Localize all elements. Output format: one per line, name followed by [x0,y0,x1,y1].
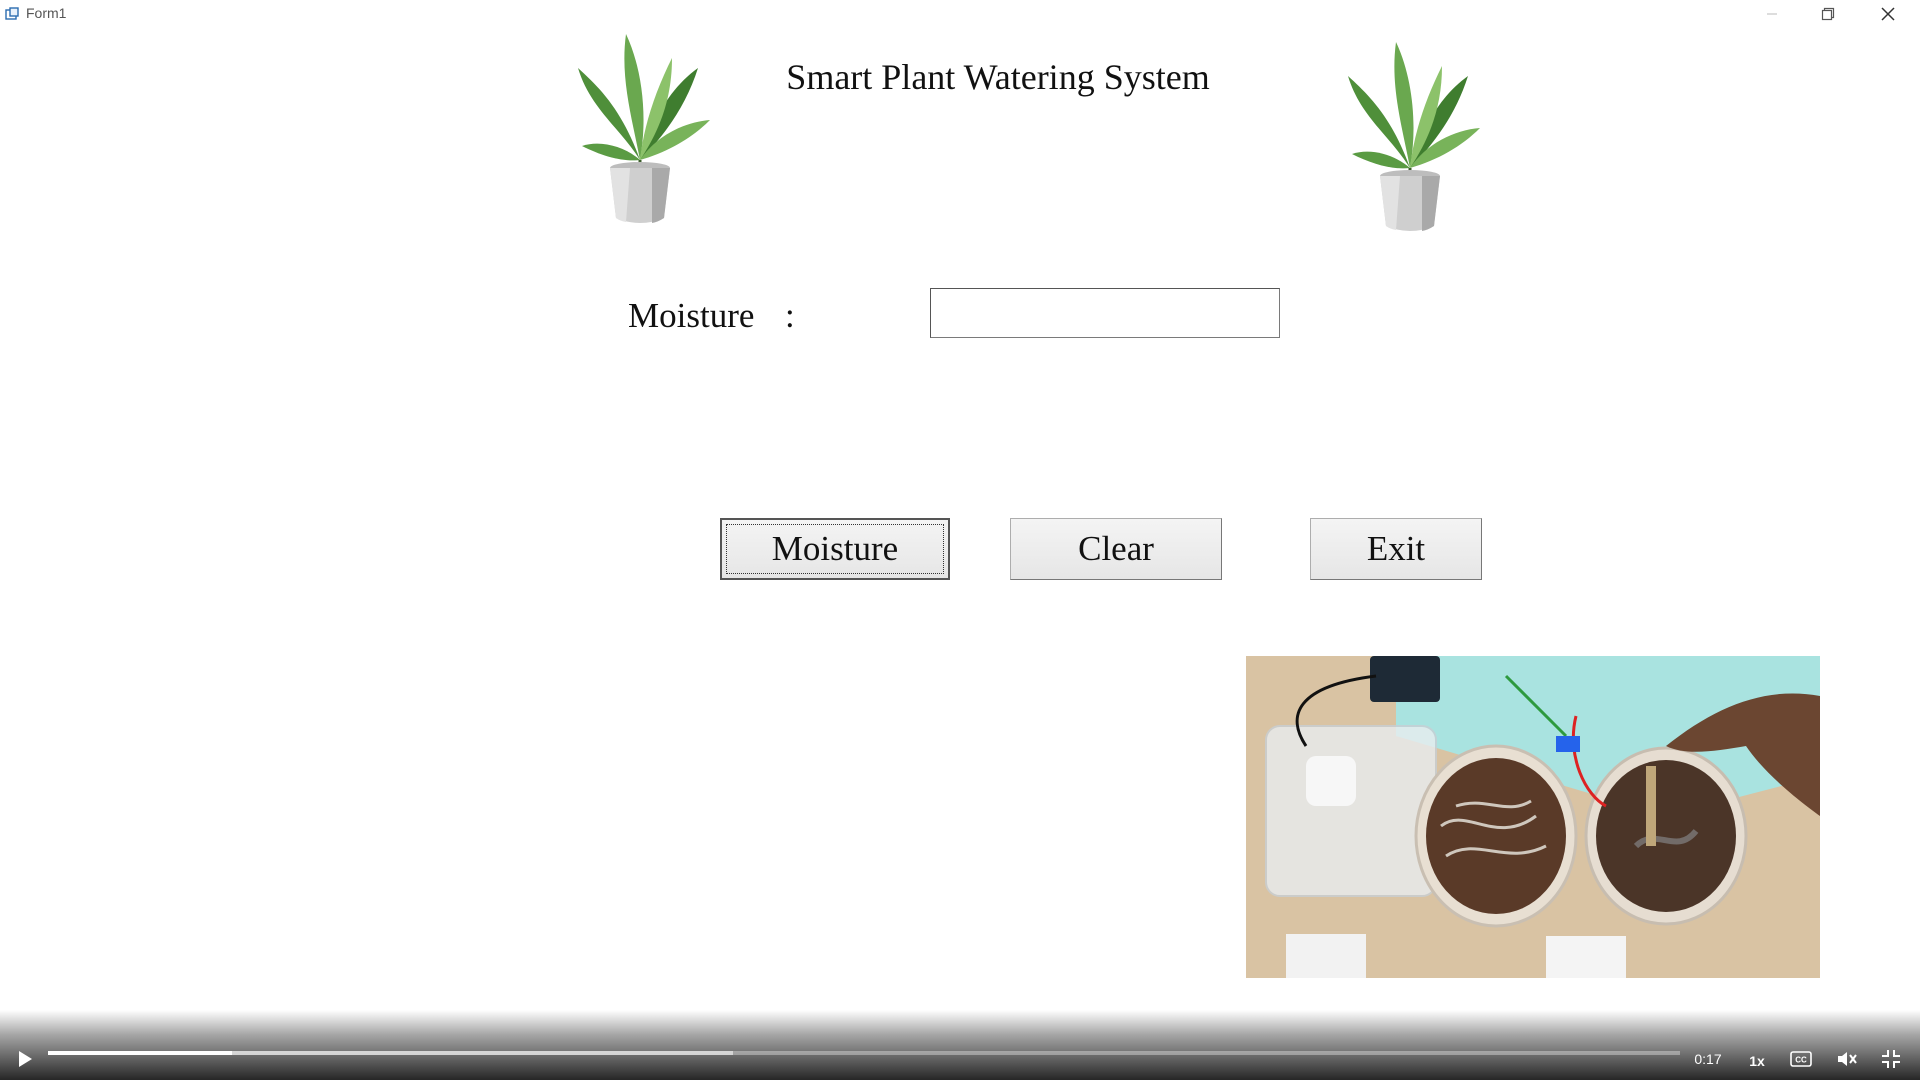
video-frame [1246,656,1820,978]
close-button[interactable] [1860,0,1916,28]
muted-speaker-icon [1836,1049,1858,1074]
plant-leaves [1348,42,1480,176]
closed-captions-icon: CC [1790,1050,1812,1072]
moisture-value-field[interactable] [930,288,1280,338]
play-icon [16,1050,34,1073]
restore-icon [1821,7,1835,21]
close-icon [1881,7,1895,21]
svg-text:CC: CC [1795,1055,1807,1064]
page-title: Smart Plant Watering System [786,57,1210,97]
video-control-bar: 0:17 1x CC [0,1010,1920,1080]
plant-image-right [1330,36,1490,251]
exit-fullscreen-icon [1881,1049,1901,1074]
app-screen: Form1 Smart Plant Watering System Moistu… [0,0,1920,1080]
clear-button[interactable]: Clear [1010,518,1222,580]
plant-image-left [560,28,720,243]
form-app-icon [4,6,20,22]
minimize-button[interactable] [1744,0,1800,28]
playback-speed-button[interactable]: 1x [1742,1048,1772,1074]
current-time: 0:17 [1694,1051,1722,1067]
captions-button[interactable]: CC [1786,1048,1816,1074]
moisture-label: Moisture [628,296,755,335]
seek-bar-progress [48,1051,233,1055]
plant-pot [610,162,670,223]
window-title-bar: Form1 [0,0,1920,28]
moisture-button[interactable]: Moisture [720,518,950,580]
plant-leaves [578,34,710,168]
seek-bar[interactable] [48,1051,1680,1055]
play-button[interactable] [10,1046,40,1076]
minimize-icon [1766,8,1778,20]
window-title: Form1 [26,5,67,21]
mute-button[interactable] [1832,1047,1862,1075]
restore-button[interactable] [1800,0,1856,28]
plant-pot [1380,170,1440,231]
moisture-label-colon: : [785,296,795,335]
exit-fullscreen-button[interactable] [1876,1047,1906,1075]
exit-button[interactable]: Exit [1310,518,1482,580]
